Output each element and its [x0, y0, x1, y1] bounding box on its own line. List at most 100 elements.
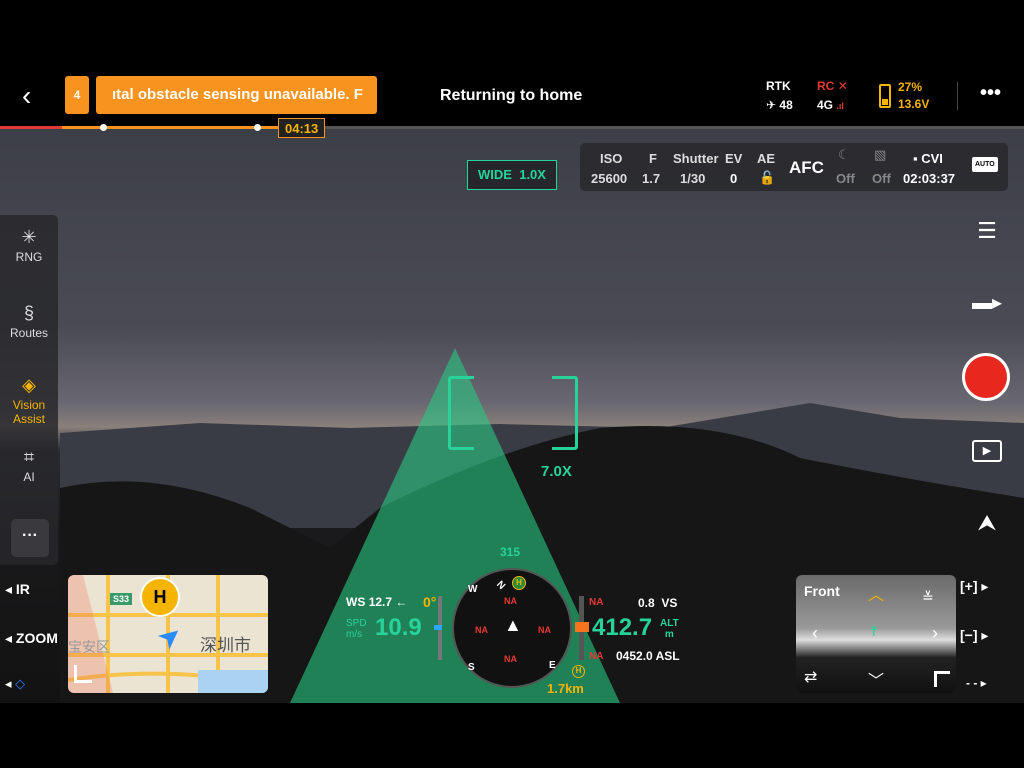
fpv-label: Front	[804, 583, 840, 599]
back-button[interactable]: ‹	[22, 80, 31, 112]
compass-s: S	[468, 662, 475, 673]
altitude-value: 412.7	[592, 614, 653, 641]
navigation-icon[interactable]: ⮝	[965, 510, 1009, 536]
obstacle-front: NA	[504, 596, 517, 606]
mini-map[interactable]: S33 宝安区 深圳市 H ➤	[68, 575, 268, 693]
ir-button[interactable]: ◂ IR	[5, 581, 30, 598]
home-distance-icon: H	[572, 665, 585, 678]
playback-icon[interactable]: ▶	[972, 440, 1002, 462]
map-expand-icon[interactable]	[74, 665, 92, 683]
obstacle-up: NA	[589, 597, 604, 608]
shutter-value: 1/30	[680, 171, 706, 186]
sidebar-item-ai[interactable]: ⌗ AI	[0, 447, 58, 484]
home-distance: 1.7km	[547, 681, 584, 696]
left-sidebar: ✳ RNG § Routes ◈ Vision Assist ⌗ AI ···	[0, 215, 58, 565]
sidebar-item-vision-assist[interactable]: ◈ Vision Assist	[0, 375, 58, 426]
warning-banner[interactable]: ıtal obstacle sensing unavailable. F	[96, 76, 377, 114]
home-point-icon: H	[140, 577, 180, 617]
timeline-progress	[62, 126, 280, 129]
mirror-value[interactable]: Off	[872, 171, 891, 186]
x-icon: ✕	[837, 79, 848, 93]
obstacle-rear: NA	[504, 654, 517, 664]
chevron-up-icon[interactable]: ︿	[868, 581, 884, 605]
fpv-view[interactable]: Front ︿ ≚ ‹ › ☨ ⇄ ﹀	[796, 575, 956, 693]
settings-sliders-icon[interactable]: ☰	[965, 218, 1009, 244]
auto-camera-icon[interactable]: AUTO	[972, 157, 998, 172]
battery-percent: 27%	[898, 80, 923, 94]
lens-zoom-button[interactable]: WIDE 1.0X	[467, 160, 557, 190]
more-icon[interactable]: •••	[980, 82, 1001, 105]
flight-status: Returning to home	[440, 87, 583, 104]
swap-icon[interactable]: ⇄	[804, 667, 817, 687]
sidebar-more-button[interactable]: ···	[11, 519, 49, 557]
more-controls-button[interactable]: - - ▸	[966, 676, 987, 690]
obstacle-right: NA	[538, 625, 551, 635]
shutter-label: Shutter	[673, 151, 719, 166]
altitude-label: ALT m	[660, 618, 679, 640]
road-sign: S33	[110, 593, 133, 605]
sd-card-icon: ▪	[913, 151, 918, 166]
obstacle-down: NA	[589, 651, 604, 662]
speed-label: SPD m/s	[346, 618, 367, 640]
home-icon: H	[512, 576, 526, 590]
divider	[957, 82, 958, 110]
camera-settings-panel[interactable]: ISO 25600 F 1.7 Shutter 1/30 EV 0 AE 🔓 A…	[580, 143, 1008, 191]
asl-altitude: 0452.0 ASL	[616, 649, 680, 663]
compass[interactable]: N E S W NA NA NA NA ▲ H	[452, 568, 572, 688]
expand-icon[interactable]	[934, 671, 950, 687]
rtk-label: RTK	[766, 79, 791, 93]
storage: ▪ CVI	[913, 151, 943, 166]
iso-label: ISO	[600, 151, 623, 166]
unlock-icon[interactable]: 🔓	[759, 170, 775, 186]
sidebar-item-rng[interactable]: ✳ RNG	[0, 227, 58, 264]
rtk-sats: ✈ 48	[766, 98, 793, 112]
warning-count-badge[interactable]: 4	[65, 76, 89, 114]
timeline-marker[interactable]	[100, 124, 107, 131]
wind-speed: WS 12.7 ←	[346, 595, 408, 609]
f-value: 1.7	[642, 171, 661, 186]
compass-w: W	[468, 584, 478, 595]
chevron-down-icon[interactable]: ﹀	[868, 667, 884, 691]
night-mode-value[interactable]: Off	[836, 171, 855, 186]
altitude-pointer	[575, 622, 589, 632]
compass-e: E	[549, 660, 556, 671]
iso-value: 25600	[591, 171, 628, 186]
diamond-icon: ◇	[15, 676, 26, 691]
timeline-played	[0, 126, 62, 129]
sidebar-item-routes[interactable]: § Routes	[0, 303, 58, 340]
target-zoom: 7.0X	[541, 463, 572, 480]
timeline-time: 04:13	[278, 118, 326, 138]
timeline-marker[interactable]	[254, 124, 261, 131]
vertical-speed: 0.8 VS	[638, 596, 678, 610]
obstacle-left: NA	[475, 625, 488, 635]
gimbal-pointer	[434, 625, 442, 630]
zoom-out-button[interactable]: [−] ▸	[960, 627, 988, 644]
vision-assist-icon: ◈	[22, 375, 36, 395]
focus-mode[interactable]: AFC	[789, 158, 824, 178]
zoom-button[interactable]: ◂ ZOOM	[5, 630, 58, 647]
mirror-icon: ▧	[874, 147, 887, 162]
visibility-button[interactable]: ◂ ◇	[5, 676, 25, 692]
zoom-in-button[interactable]: [+] ▸	[960, 578, 988, 595]
satellite-icon: ✈	[766, 98, 777, 112]
aircraft-icon: ▲	[504, 615, 522, 635]
city-label: 深圳市	[200, 636, 251, 655]
battery-icon	[879, 84, 891, 108]
f-label: F	[649, 151, 657, 166]
chevron-left-icon[interactable]: ‹	[812, 623, 818, 644]
compass-n: N	[494, 579, 508, 592]
ev-label: EV	[725, 151, 743, 166]
routes-icon: §	[23, 303, 34, 323]
district-label: 宝安区	[68, 639, 110, 655]
signal-icon: .ıl	[836, 101, 844, 111]
double-chevron-down-icon[interactable]: ≚	[922, 589, 934, 606]
record-button[interactable]	[962, 353, 1010, 401]
speed-value: 10.9	[375, 614, 422, 641]
remaining-time: 02:03:37	[903, 171, 956, 186]
video-mode-icon[interactable]: ▬▸	[965, 290, 1009, 315]
ai-icon: ⌗	[23, 447, 35, 467]
night-mode-icon: ☾	[838, 147, 850, 162]
aircraft-marker-icon: ☨	[870, 623, 878, 639]
rng-icon: ✳	[21, 227, 37, 247]
chevron-right-icon[interactable]: ›	[932, 623, 938, 644]
